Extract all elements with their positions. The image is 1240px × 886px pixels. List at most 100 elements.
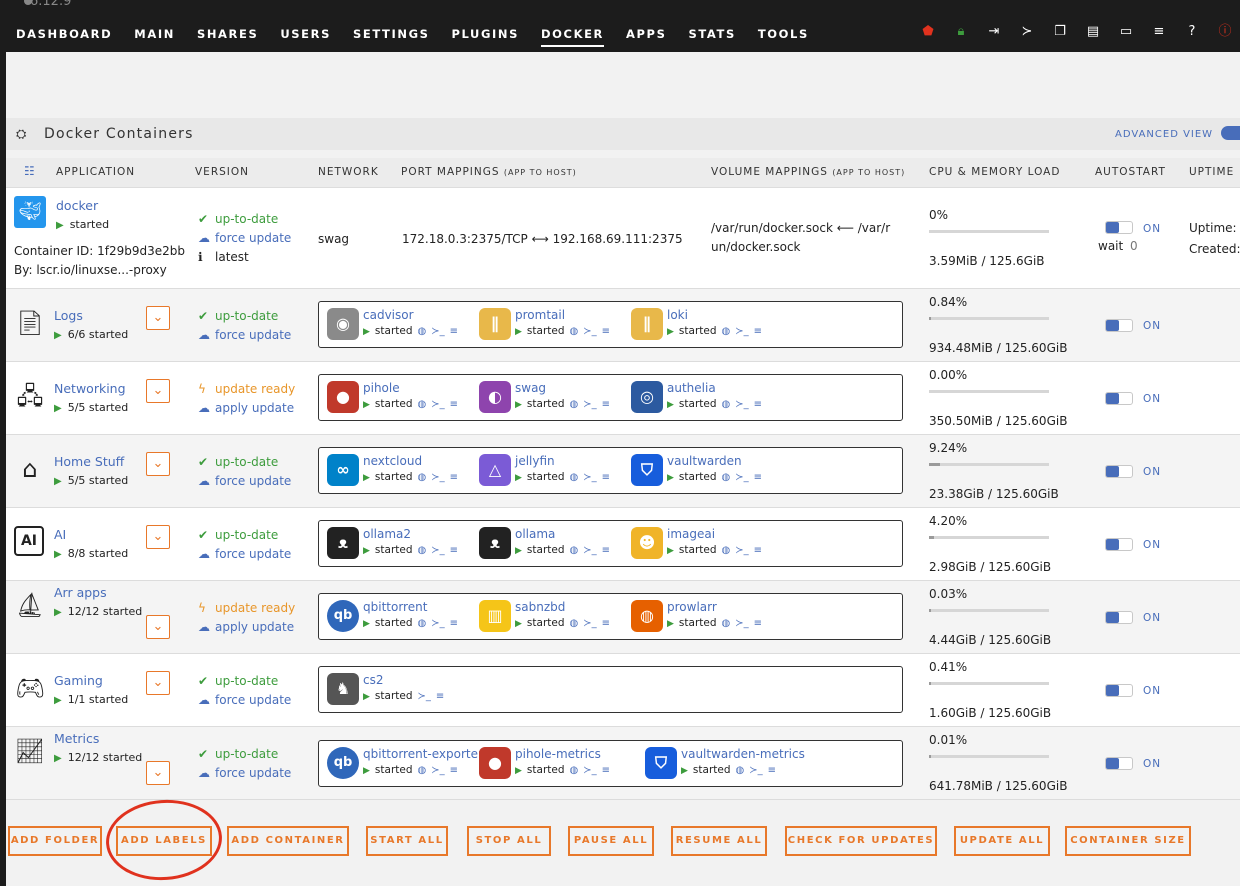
advanced-view-toggle[interactable] xyxy=(1221,126,1240,140)
start-all-button[interactable]: START ALL xyxy=(366,826,448,856)
webui-globe-icon[interactable]: ◍ xyxy=(570,618,579,629)
container-name[interactable]: prowlarr xyxy=(667,600,717,614)
wait-value[interactable]: 0 xyxy=(1130,239,1138,253)
force-update-link[interactable]: force update xyxy=(215,693,291,707)
add-container-button[interactable]: ADD CONTAINER xyxy=(227,826,349,856)
autostart-toggle[interactable] xyxy=(1105,611,1133,624)
logs-list-icon[interactable]: ≡ xyxy=(450,399,458,410)
logs-list-icon[interactable]: ≡ xyxy=(450,326,458,337)
nav-users[interactable]: USERS xyxy=(280,27,331,41)
folder-name[interactable]: Logs xyxy=(54,308,83,323)
force-update-link[interactable]: force update xyxy=(215,766,291,780)
console-icon[interactable]: ≻_ xyxy=(735,545,748,556)
logs-list-icon[interactable]: ≡ xyxy=(602,765,610,776)
container-item[interactable]: ∥ loki ▶ started ◍ ≻_ ≡ xyxy=(631,305,801,345)
container-name[interactable]: jellyfin xyxy=(515,454,555,468)
container-item[interactable]: ∥ promtail ▶ started ◍ ≻_ ≡ xyxy=(479,305,649,345)
logs-list-icon[interactable]: ≡ xyxy=(602,618,610,629)
autostart-toggle[interactable] xyxy=(1105,538,1133,551)
console-icon[interactable]: ≻_ xyxy=(418,691,431,702)
folder-name[interactable]: Networking xyxy=(54,381,126,396)
force-update-link[interactable]: force update xyxy=(215,474,291,488)
console-icon[interactable]: ≻_ xyxy=(749,765,762,776)
container-item[interactable]: ᴥ ollama2 ▶ started ◍ ≻_ ≡ xyxy=(327,524,497,564)
info-icon[interactable]: ⓘ xyxy=(1217,24,1233,40)
autostart-toggle[interactable] xyxy=(1105,319,1133,332)
folder-expand-button[interactable]: ⌄ xyxy=(146,615,170,639)
folder-name[interactable]: Arr apps xyxy=(54,585,107,600)
terminal-icon[interactable]: ≻ xyxy=(1019,24,1035,40)
nav-shares[interactable]: SHARES xyxy=(197,27,258,41)
folder-expand-button[interactable]: ⌄ xyxy=(146,379,170,403)
container-item[interactable]: ∞ nextcloud ▶ started ◍ ≻_ ≡ xyxy=(327,451,497,491)
container-item[interactable]: ● pihole ▶ started ◍ ≻_ ≡ xyxy=(327,378,497,418)
logs-list-icon[interactable]: ≡ xyxy=(768,765,776,776)
lock-icon[interactable]: 🔒︎ xyxy=(953,24,969,40)
container-item[interactable]: ◎ authelia ▶ started ◍ ≻_ ≡ xyxy=(631,378,801,418)
container-item[interactable]: ☻ imageai ▶ started ◍ ≻_ ≡ xyxy=(631,524,801,564)
webui-globe-icon[interactable]: ◍ xyxy=(722,545,731,556)
console-icon[interactable]: ≻_ xyxy=(583,618,596,629)
nav-tools[interactable]: TOOLS xyxy=(758,27,809,41)
webui-globe-icon[interactable]: ◍ xyxy=(722,472,731,483)
console-icon[interactable]: ≻_ xyxy=(735,399,748,410)
autostart-toggle[interactable] xyxy=(1105,392,1133,405)
container-size-button[interactable]: CONTAINER SIZE xyxy=(1065,826,1191,856)
webui-globe-icon[interactable]: ◍ xyxy=(418,765,427,776)
webui-globe-icon[interactable]: ◍ xyxy=(418,399,427,410)
container-name[interactable]: qbittorrent-exporter xyxy=(363,747,483,761)
list-view-icon[interactable]: ☷ xyxy=(24,164,36,178)
webui-globe-icon[interactable]: ◍ xyxy=(722,618,731,629)
check-updates-button[interactable]: CHECK FOR UPDATES xyxy=(785,826,937,856)
help-icon[interactable]: ? xyxy=(1184,24,1200,40)
pause-all-button[interactable]: PAUSE ALL xyxy=(568,826,654,856)
folder-expand-button[interactable]: ⌄ xyxy=(146,452,170,476)
console-icon[interactable]: ≻_ xyxy=(431,765,444,776)
apply-update-link[interactable]: apply update xyxy=(215,401,294,415)
container-item[interactable]: ● pihole-metrics ▶ started ◍ ≻_ ≡ xyxy=(479,744,649,784)
container-item[interactable]: ◐ swag ▶ started ◍ ≻_ ≡ xyxy=(479,378,649,418)
container-name[interactable]: ollama xyxy=(515,527,555,541)
console-icon[interactable]: ≻_ xyxy=(735,326,748,337)
nav-plugins[interactable]: PLUGINS xyxy=(452,27,520,41)
container-name[interactable]: sabnzbd xyxy=(515,600,565,614)
logs-list-icon[interactable]: ≡ xyxy=(450,545,458,556)
container-item[interactable]: ◉ cadvisor ▶ started ◍ ≻_ ≡ xyxy=(327,305,497,345)
folder-expand-button[interactable]: ⌄ xyxy=(146,525,170,549)
autostart-toggle[interactable] xyxy=(1105,221,1133,234)
folder-expand-button[interactable]: ⌄ xyxy=(146,671,170,695)
feedback-icon[interactable]: ▤ xyxy=(1085,24,1101,40)
container-item[interactable]: qb qbittorrent-exporter ▶ started ◍ ≻_ ≡ xyxy=(327,744,497,784)
nav-apps[interactable]: APPS xyxy=(626,27,666,41)
update-all-button[interactable]: UPDATE ALL xyxy=(954,826,1050,856)
folder-name[interactable]: Metrics xyxy=(54,731,99,746)
webui-globe-icon[interactable]: ◍ xyxy=(418,472,427,483)
resume-all-button[interactable]: RESUME ALL xyxy=(671,826,767,856)
add-folder-button[interactable]: ADD FOLDER xyxy=(8,826,102,856)
bug-icon[interactable]: ⬟ xyxy=(920,24,936,40)
force-update-link[interactable]: force update xyxy=(215,547,291,561)
webui-globe-icon[interactable]: ◍ xyxy=(570,765,579,776)
console-icon[interactable]: ≻_ xyxy=(735,618,748,629)
webui-globe-icon[interactable]: ◍ xyxy=(722,326,731,337)
webui-globe-icon[interactable]: ◍ xyxy=(570,472,579,483)
container-name[interactable]: qbittorrent xyxy=(363,600,427,614)
logs-list-icon[interactable]: ≡ xyxy=(754,399,762,410)
console-icon[interactable]: ≻_ xyxy=(583,326,596,337)
console-icon[interactable]: ≻_ xyxy=(583,399,596,410)
console-icon[interactable]: ≻_ xyxy=(431,618,444,629)
container-item[interactable]: ⛉ vaultwarden-metrics ▶ started ◍ ≻_ ≡ xyxy=(645,744,815,784)
console-icon[interactable]: ≻_ xyxy=(431,472,444,483)
container-name[interactable]: pihole xyxy=(363,381,400,395)
autostart-toggle[interactable] xyxy=(1105,757,1133,770)
container-name[interactable]: swag xyxy=(515,381,546,395)
container-item[interactable]: ⛉ vaultwarden ▶ started ◍ ≻_ ≡ xyxy=(631,451,801,491)
nav-docker[interactable]: DOCKER xyxy=(541,27,605,47)
logs-list-icon[interactable]: ≡ xyxy=(602,545,610,556)
logs-list-icon[interactable]: ≡ xyxy=(754,472,762,483)
logs-list-icon[interactable]: ≡ xyxy=(436,691,444,702)
console-icon[interactable]: ≻_ xyxy=(583,472,596,483)
webui-globe-icon[interactable]: ◍ xyxy=(722,399,731,410)
apply-update-link[interactable]: apply update xyxy=(215,620,294,634)
container-name[interactable]: authelia xyxy=(667,381,716,395)
